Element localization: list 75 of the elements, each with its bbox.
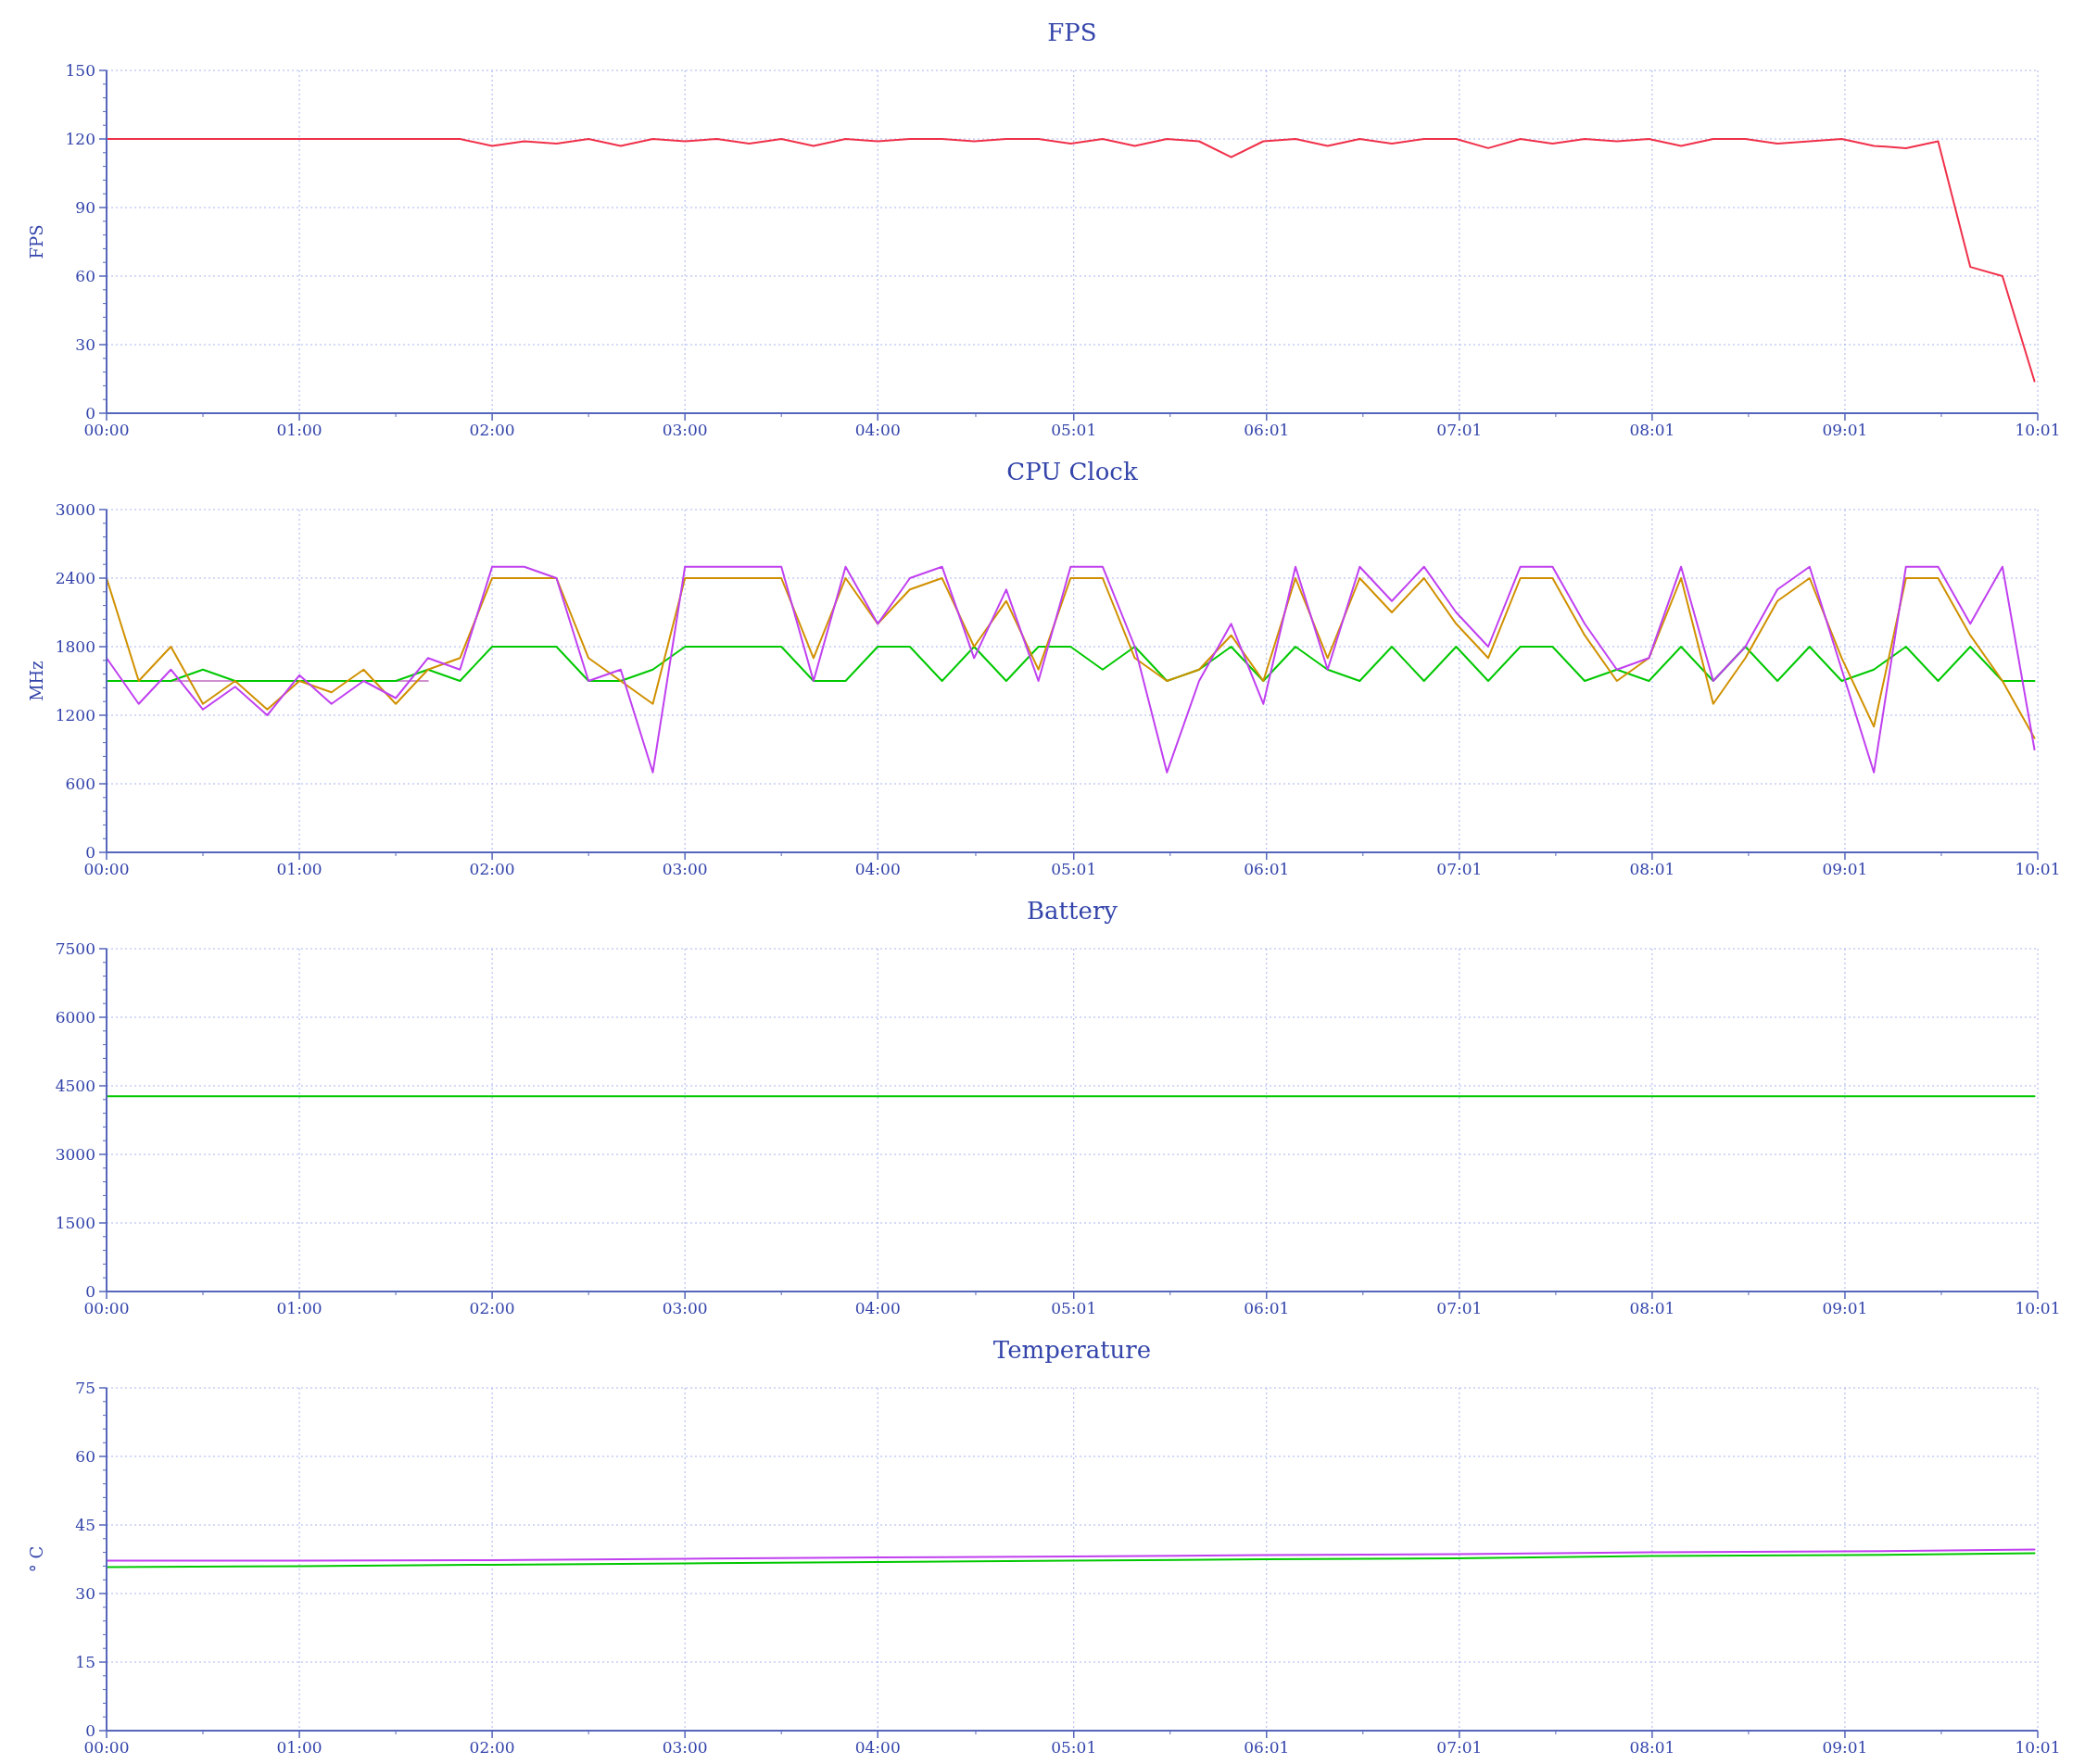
tick-label: 02:00 xyxy=(469,421,515,439)
tick-label: 30 xyxy=(75,335,95,354)
tick-label: 09:01 xyxy=(1822,421,1868,439)
tick-label: 03:00 xyxy=(662,421,708,439)
tick-label: 05:01 xyxy=(1051,421,1097,439)
tick-label: 00:00 xyxy=(83,1299,130,1317)
tick-label: 120 xyxy=(65,130,95,148)
tick-label: 02:00 xyxy=(469,1299,515,1317)
tick-label: 03:00 xyxy=(662,1299,708,1317)
tick-label: 04:00 xyxy=(854,1299,901,1317)
tick-label: 01:00 xyxy=(276,1299,322,1317)
tick-label: 08:01 xyxy=(1629,1738,1675,1757)
tick-label: 08:01 xyxy=(1629,1299,1675,1317)
tick-label: 06:01 xyxy=(1244,421,1290,439)
tick-label: 09:01 xyxy=(1822,860,1868,878)
tick-label: 06:01 xyxy=(1244,860,1290,878)
tick-label: 75 xyxy=(75,1379,95,1397)
tick-label: 07:01 xyxy=(1436,421,1483,439)
tick-label: 4500 xyxy=(55,1077,95,1095)
tick-label: 00:00 xyxy=(83,1738,130,1757)
tick-label: 7500 xyxy=(55,939,95,958)
tick-label: 10:01 xyxy=(2015,421,2061,439)
chart-title: CPU Clock xyxy=(1006,458,1138,485)
tick-label: 07:01 xyxy=(1436,1299,1483,1317)
tick-label: 08:01 xyxy=(1629,860,1675,878)
tick-label: 07:01 xyxy=(1436,1738,1483,1757)
tick-label: 60 xyxy=(75,1447,95,1466)
tick-label: 02:00 xyxy=(469,1738,515,1757)
tick-label: 03:00 xyxy=(662,1738,708,1757)
tick-label: 1500 xyxy=(55,1214,95,1232)
tick-label: 45 xyxy=(75,1516,95,1534)
tick-label: 3000 xyxy=(55,1145,95,1164)
chart-title: Battery xyxy=(1027,897,1118,925)
tick-label: 05:01 xyxy=(1051,860,1097,878)
tick-label: 09:01 xyxy=(1822,1299,1868,1317)
tick-label: 6000 xyxy=(55,1008,95,1027)
tick-label: 06:01 xyxy=(1244,1299,1290,1317)
tick-label: 07:01 xyxy=(1436,860,1483,878)
tick-label: 10:01 xyxy=(2015,1738,2061,1757)
tick-label: 0 xyxy=(85,1282,95,1301)
axis-label: ° C xyxy=(27,1545,46,1573)
tick-label: 01:00 xyxy=(276,421,322,439)
tick-label: 0 xyxy=(85,1721,95,1740)
tick-label: 60 xyxy=(75,267,95,285)
tick-label: 10:01 xyxy=(2015,860,2061,878)
tick-label: 04:00 xyxy=(854,1738,901,1757)
tick-label: 09:01 xyxy=(1822,1738,1868,1757)
tick-label: 02:00 xyxy=(469,860,515,878)
tick-label: 00:00 xyxy=(83,421,130,439)
tick-label: 10:01 xyxy=(2015,1299,2061,1317)
tick-label: 01:00 xyxy=(276,860,322,878)
axis-label: MHz xyxy=(27,661,46,701)
tick-label: 90 xyxy=(75,198,95,217)
tick-label: 01:00 xyxy=(276,1738,322,1757)
tick-label: 15 xyxy=(75,1653,95,1671)
tick-label: 3000 xyxy=(55,500,95,519)
tick-label: 03:00 xyxy=(662,860,708,878)
tick-label: 600 xyxy=(65,775,95,793)
tick-label: 2400 xyxy=(55,569,95,587)
tick-label: 1200 xyxy=(55,706,95,724)
tick-label: 08:01 xyxy=(1629,421,1675,439)
axis-label: FPS xyxy=(27,224,46,259)
tick-label: 06:01 xyxy=(1244,1738,1290,1757)
tick-label: 0 xyxy=(85,843,95,862)
tick-label: 1800 xyxy=(55,637,95,656)
tick-label: 150 xyxy=(65,61,95,80)
tick-label: 05:01 xyxy=(1051,1299,1097,1317)
tick-label: 05:01 xyxy=(1051,1738,1097,1757)
tick-label: 30 xyxy=(75,1584,95,1603)
tick-label: 00:00 xyxy=(83,860,130,878)
tick-label: 04:00 xyxy=(854,860,901,878)
tick-label: 04:00 xyxy=(854,421,901,439)
chart-title: Temperature xyxy=(992,1336,1152,1364)
chart-title: FPS xyxy=(1047,19,1097,46)
tick-label: 0 xyxy=(85,404,95,422)
